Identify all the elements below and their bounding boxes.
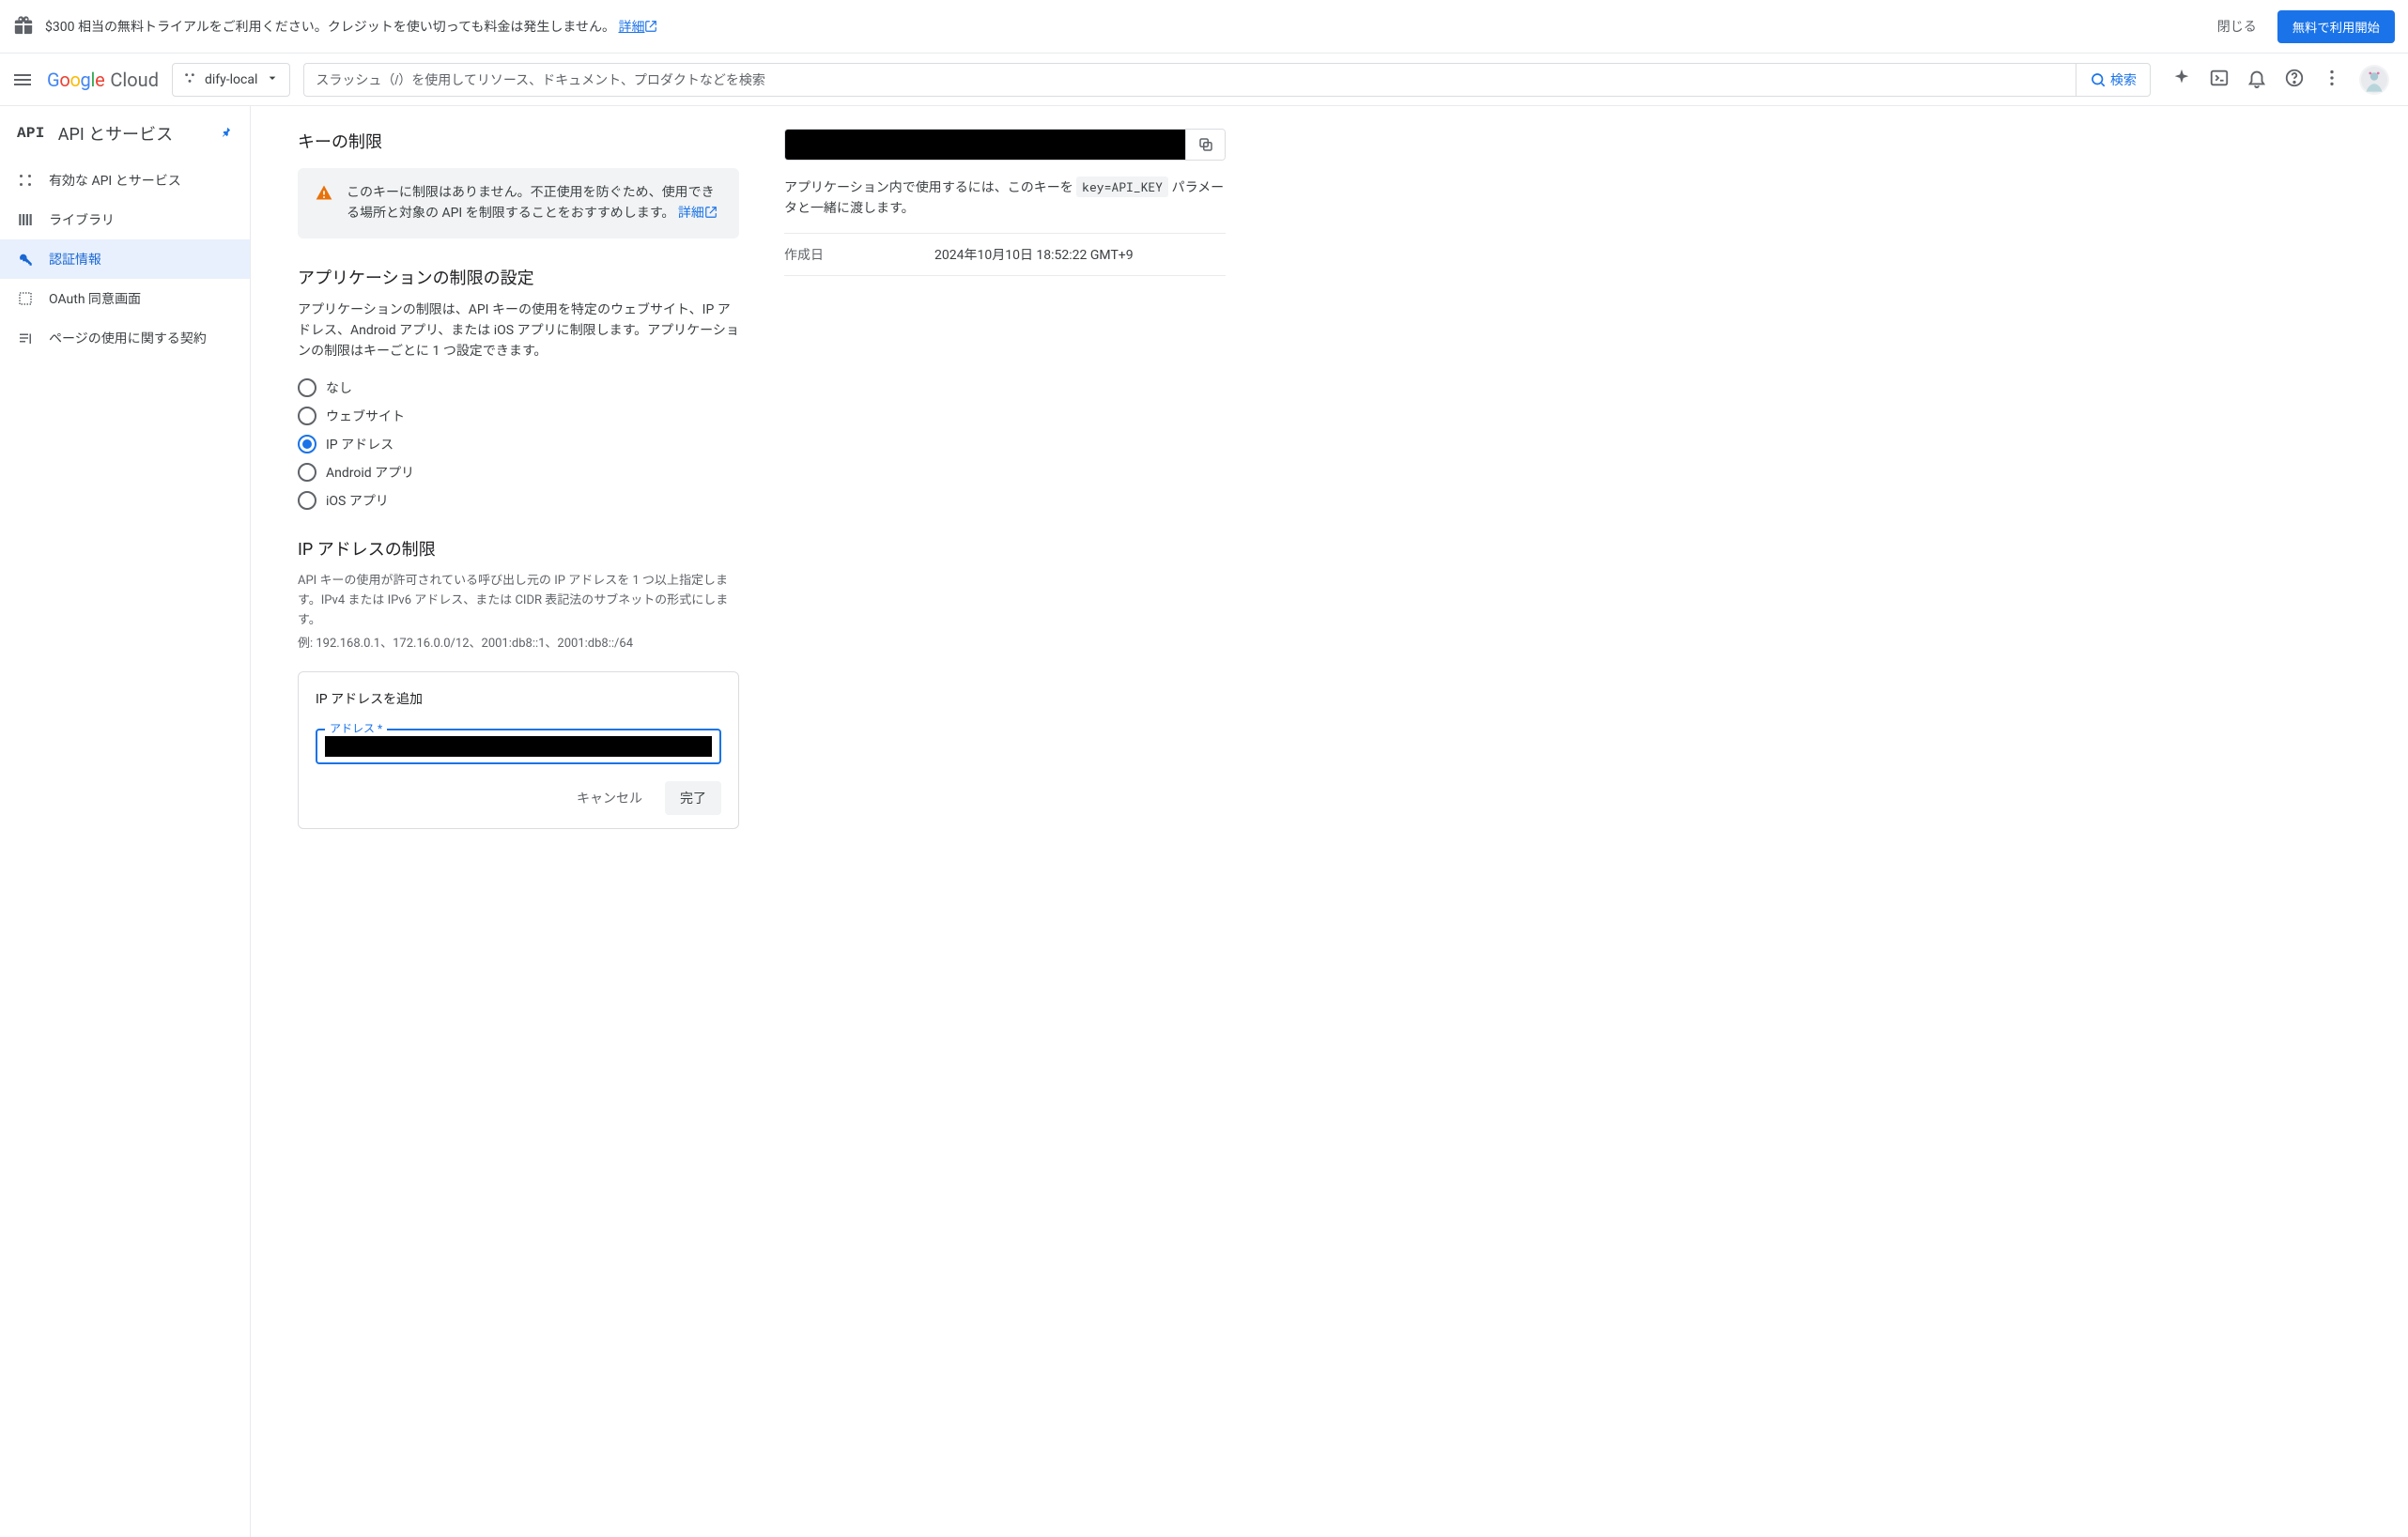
radio-icon: [298, 491, 316, 510]
radio-label: なし: [326, 378, 352, 397]
consent-icon: [17, 290, 34, 307]
sidebar-item-label: ページの使用に関する契約: [49, 329, 207, 347]
promo-bar: $300 相当の無料トライアルをご利用ください。クレジットを使い切っても料金は発…: [0, 0, 2408, 54]
warning-details-link[interactable]: 詳細: [678, 206, 718, 221]
created-date-row: 作成日 2024年10月10日 18:52:22 GMT+9: [784, 233, 1226, 276]
key-icon: [17, 251, 34, 268]
sidebar-item-label: 有効な API とサービス: [49, 171, 181, 190]
ai-spark-icon[interactable]: [2171, 68, 2192, 92]
project-selector[interactable]: dify-local: [172, 63, 290, 97]
api-key-param-code: key=API_KEY: [1076, 177, 1168, 197]
radio-label: IP アドレス: [326, 435, 394, 453]
pin-icon[interactable]: [220, 124, 233, 144]
header-utility-icons: [2164, 65, 2397, 95]
project-scope-icon: [182, 70, 197, 89]
api-key-usage-text: アプリケーション内で使用するには、このキーを key=API_KEY パラメータ…: [784, 177, 1226, 220]
search-button[interactable]: 検索: [2076, 64, 2150, 96]
radio-label: ウェブサイト: [326, 407, 405, 425]
radio-icon: [298, 378, 316, 397]
start-free-button[interactable]: 無料で利用開始: [2277, 10, 2395, 43]
search-input[interactable]: [304, 64, 2076, 96]
help-icon[interactable]: [2284, 68, 2305, 92]
user-avatar[interactable]: [2359, 65, 2389, 95]
sidebar-item-label: OAuth 同意画面: [49, 289, 141, 308]
sidebar-item-label: ライブラリ: [49, 210, 115, 229]
enabled-icon: [17, 172, 34, 189]
ip-field-label: アドレス *: [325, 720, 387, 736]
app-restriction-radio-group: なし ウェブサイト IP アドレス Android アプリ iOS アプリ: [298, 378, 739, 510]
main-content: キーの制限 このキーに制限はありません。不正使用を防ぐため、使用できる場所と対象…: [251, 106, 2408, 1537]
warning-text: このキーに制限はありません。不正使用を防ぐため、使用できる場所と対象の API …: [347, 183, 722, 223]
header-bar: Google Cloud dify-local 検索: [0, 54, 2408, 106]
api-icon: API: [17, 125, 45, 142]
redacted-api-key: [785, 130, 1185, 160]
sidebar-item-label: 認証情報: [49, 250, 101, 269]
radio-icon: [298, 407, 316, 425]
radio-icon: [298, 435, 316, 453]
radio-icon: [298, 463, 316, 482]
menu-icon[interactable]: [11, 69, 34, 91]
overflow-menu-icon[interactable]: [2322, 68, 2342, 92]
logo-google: Google: [47, 69, 104, 91]
radio-none[interactable]: なし: [298, 378, 739, 397]
project-name: dify-local: [205, 72, 257, 87]
ip-restriction-title: IP アドレスの制限: [298, 536, 739, 561]
cancel-button[interactable]: キャンセル: [563, 781, 656, 815]
radio-label: Android アプリ: [326, 463, 414, 482]
page-layout: API API とサービス 有効な API とサービス ライブラリ 認証情報: [0, 106, 2408, 1537]
gift-icon: [13, 15, 36, 38]
google-cloud-logo[interactable]: Google Cloud: [47, 69, 159, 91]
created-label: 作成日: [784, 245, 934, 264]
app-restriction-title: アプリケーションの制限の設定: [298, 265, 739, 289]
sidebar-item-oauth-consent[interactable]: OAuth 同意画面: [0, 279, 250, 318]
chevron-down-icon: [265, 70, 280, 89]
agreement-icon: [17, 330, 34, 346]
sidebar: API API とサービス 有効な API とサービス ライブラリ 認証情報: [0, 106, 251, 1537]
ip-address-field-wrap: アドレス *: [316, 729, 721, 764]
warning-icon: [315, 183, 333, 223]
sidebar-item-enabled-apis[interactable]: 有効な API とサービス: [0, 161, 250, 200]
copy-key-button[interactable]: [1185, 130, 1225, 160]
sidebar-item-credentials[interactable]: 認証情報: [0, 239, 250, 279]
ip-card-actions: キャンセル 完了: [316, 781, 721, 815]
sidebar-header: API API とサービス: [0, 106, 250, 161]
done-button[interactable]: 完了: [665, 781, 721, 815]
ip-card-title: IP アドレスを追加: [316, 689, 721, 708]
radio-ip-addresses[interactable]: IP アドレス: [298, 435, 739, 453]
notifications-icon[interactable]: [2246, 68, 2267, 92]
search-bar: 検索: [303, 63, 2151, 97]
promo-text: $300 相当の無料トライアルをご利用ください。クレジットを使い切っても料金は発…: [45, 17, 2197, 36]
app-restriction-body: アプリケーションの制限は、API キーの使用を特定のウェブサイト、IP アドレス…: [298, 300, 739, 361]
ip-hint-2: 例: 192.168.0.1、172.16.0.0/12、2001:db8::1…: [298, 635, 739, 654]
created-value: 2024年10月10日 18:52:22 GMT+9: [934, 245, 1226, 264]
key-restriction-title: キーの制限: [298, 129, 739, 153]
warning-card: このキーに制限はありません。不正使用を防ぐため、使用できる場所と対象の API …: [298, 168, 739, 238]
radio-android-apps[interactable]: Android アプリ: [298, 463, 739, 482]
cloud-shell-icon[interactable]: [2209, 68, 2230, 92]
promo-details-link[interactable]: 詳細: [618, 20, 657, 35]
sidebar-item-library[interactable]: ライブラリ: [0, 200, 250, 239]
radio-websites[interactable]: ウェブサイト: [298, 407, 739, 425]
main-right-column: アプリケーション内で使用するには、このキーを key=API_KEY パラメータ…: [784, 129, 1226, 1499]
radio-label: iOS アプリ: [326, 491, 389, 510]
main-left-column: キーの制限 このキーに制限はありません。不正使用を防ぐため、使用できる場所と対象…: [298, 129, 739, 1499]
ip-hint-1: API キーの使用が許可されている呼び出し元の IP アドレスを 1 つ以上指定…: [298, 572, 739, 630]
sidebar-section-title: API とサービス: [58, 121, 173, 146]
sidebar-item-page-usage-agreement[interactable]: ページの使用に関する契約: [0, 318, 250, 358]
logo-cloud-text: Cloud: [110, 69, 159, 91]
redacted-value: [325, 736, 712, 757]
library-icon: [17, 211, 34, 228]
ip-add-card: IP アドレスを追加 アドレス * キャンセル 完了: [298, 671, 739, 829]
promo-dismiss-button[interactable]: 閉じる: [2206, 9, 2268, 43]
api-key-display: [784, 129, 1226, 161]
radio-ios-apps[interactable]: iOS アプリ: [298, 491, 739, 510]
